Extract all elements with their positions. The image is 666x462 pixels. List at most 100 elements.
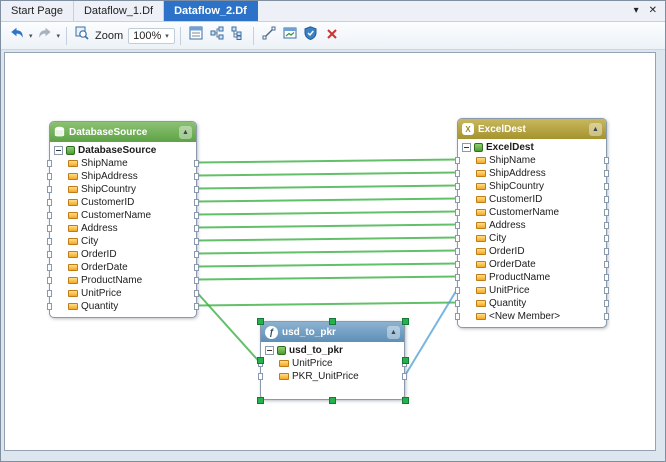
field-row[interactable]: PKR_UnitPrice [261,370,404,383]
right-port[interactable] [194,290,199,297]
tree-expander-icon[interactable] [462,143,471,152]
right-port[interactable] [402,373,407,380]
right-port[interactable] [604,248,609,255]
right-port[interactable] [194,199,199,206]
left-port[interactable] [47,238,52,245]
right-port[interactable] [604,196,609,203]
right-port[interactable] [194,238,199,245]
left-port[interactable] [455,183,460,190]
field-row[interactable]: ShipAddress [458,167,606,180]
field-row[interactable]: CustomerID [50,196,196,209]
vertical-layout-button[interactable] [228,26,248,46]
right-port[interactable] [604,235,609,242]
left-port[interactable] [455,209,460,216]
right-port[interactable] [194,160,199,167]
clear-errors-button[interactable] [322,26,342,46]
selection-handle[interactable] [257,397,264,404]
right-port[interactable] [604,157,609,164]
zoom-level-select[interactable]: 100% ▾ [128,28,175,44]
selection-handle[interactable] [402,318,409,325]
left-port[interactable] [47,160,52,167]
left-port[interactable] [47,173,52,180]
verify-dataflow-button[interactable] [301,26,321,46]
draw-link-button[interactable] [259,26,279,46]
field-row[interactable]: Quantity [458,297,606,310]
selection-handle[interactable] [402,357,409,364]
selection-handle[interactable] [329,397,336,404]
left-port[interactable] [455,157,460,164]
left-port[interactable] [455,261,460,268]
right-port[interactable] [604,209,609,216]
field-row[interactable]: UnitPrice [458,284,606,297]
collapse-button[interactable]: ▲ [387,326,400,339]
field-row[interactable]: Address [458,219,606,232]
redo-dropdown-icon[interactable]: ▾ [57,32,61,40]
right-port[interactable] [604,287,609,294]
field-row[interactable]: UnitPrice [50,287,196,300]
left-port[interactable] [47,186,52,193]
horizontal-layout-button[interactable] [207,26,227,46]
field-row[interactable]: OrderDate [458,258,606,271]
right-port[interactable] [604,274,609,281]
left-port[interactable] [455,222,460,229]
right-port[interactable] [194,186,199,193]
left-port[interactable] [47,225,52,232]
selection-handle[interactable] [257,357,264,364]
window-menu-icon[interactable]: ▾ [634,6,639,16]
left-port[interactable] [47,303,52,310]
field-row[interactable]: ProductName [458,271,606,284]
node-header[interactable]: ƒ usd_to_pkr ▲ [261,322,404,342]
field-row[interactable]: ShipName [458,154,606,167]
field-row[interactable]: UnitPrice [261,357,404,370]
left-port[interactable] [258,373,263,380]
right-port[interactable] [194,251,199,258]
tree-root-row[interactable]: usd_to_pkr [261,344,404,357]
left-port[interactable] [47,199,52,206]
field-row[interactable]: City [50,235,196,248]
collapse-button[interactable]: ▲ [589,123,602,136]
field-row[interactable]: <New Member> [458,310,606,323]
left-port[interactable] [47,290,52,297]
right-port[interactable] [604,170,609,177]
tab-dataflow-1[interactable]: Dataflow_1.Df [74,1,164,21]
left-port[interactable] [47,264,52,271]
right-port[interactable] [194,277,199,284]
field-row[interactable]: ShipCountry [50,183,196,196]
left-port[interactable] [455,235,460,242]
expand-all-button[interactable] [186,26,206,46]
field-row[interactable]: CustomerID [458,193,606,206]
right-port[interactable] [604,313,609,320]
undo-dropdown-icon[interactable]: ▾ [29,32,33,40]
left-port[interactable] [455,248,460,255]
field-row[interactable]: ProductName [50,274,196,287]
node-usd-to-pkr[interactable]: ƒ usd_to_pkr ▲ usd_to_pkr UnitPricePKR_U… [260,321,405,400]
tree-expander-icon[interactable] [265,346,274,355]
field-row[interactable]: City [458,232,606,245]
undo-button[interactable] [7,26,27,46]
preview-output-button[interactable] [280,26,300,46]
right-port[interactable] [194,173,199,180]
field-row[interactable]: CustomerName [50,209,196,222]
right-port[interactable] [194,212,199,219]
right-port[interactable] [604,183,609,190]
tab-dataflow-2[interactable]: Dataflow_2.Df [164,1,258,21]
right-port[interactable] [194,225,199,232]
dataflow-canvas[interactable]: DatabaseSource ▲ DatabaseSource ShipName… [4,52,656,451]
left-port[interactable] [455,300,460,307]
right-port[interactable] [194,264,199,271]
right-port[interactable] [194,303,199,310]
left-port[interactable] [47,251,52,258]
left-port[interactable] [455,170,460,177]
field-row[interactable]: ShipAddress [50,170,196,183]
tree-expander-icon[interactable] [54,146,63,155]
field-row[interactable]: ShipName [50,157,196,170]
left-port[interactable] [47,277,52,284]
field-row[interactable]: Address [50,222,196,235]
field-row[interactable]: OrderID [50,248,196,261]
left-port[interactable] [455,313,460,320]
selection-handle[interactable] [257,318,264,325]
collapse-button[interactable]: ▲ [179,126,192,139]
left-port[interactable] [455,274,460,281]
selection-handle[interactable] [402,397,409,404]
redo-button[interactable] [35,26,55,46]
